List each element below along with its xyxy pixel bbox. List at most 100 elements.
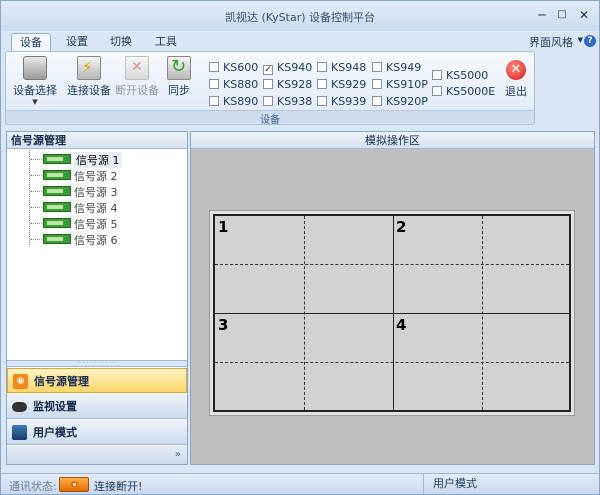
- skin-menu[interactable]: 界面风格: [529, 34, 573, 50]
- nav-user-mode[interactable]: 用户模式: [7, 420, 187, 445]
- nav-label: 信号源管理: [34, 375, 89, 388]
- disconnect-icon: [125, 56, 149, 80]
- exit-button[interactable]: ✕ 退出: [498, 60, 534, 99]
- connection-status-text: 连接断开!: [94, 480, 143, 493]
- user-mode-icon: [12, 425, 27, 440]
- sync-icon: [167, 56, 191, 80]
- checkbox-icon[interactable]: [317, 62, 327, 72]
- model-checkbox-ks929[interactable]: KS929: [317, 78, 366, 91]
- checkbox-icon[interactable]: [432, 86, 442, 96]
- exit-icon: ✕: [506, 60, 526, 80]
- tab-tools[interactable]: 工具: [146, 33, 186, 51]
- signal-source-panel: 信号源管理 信号源 1 信号源 2 信号源 3 信号源 4 信号源 5 信号源 …: [6, 131, 188, 465]
- title-bar: 凯视达 (KyStar) 设备控制平台 ─ □ ✕: [1, 1, 599, 31]
- tree-item-source-5[interactable]: 信号源 5: [30, 215, 180, 231]
- status-bar: 通讯状态: 连接断开! 用户模式: [1, 473, 599, 494]
- nav-label: 监视设置: [33, 400, 77, 413]
- tree-item-source-1[interactable]: 信号源 1: [30, 151, 180, 168]
- window-title: 凯视达 (KyStar) 设备控制平台: [224, 11, 376, 24]
- signal-card-icon: [43, 170, 71, 180]
- disk-drive-icon: [23, 56, 47, 80]
- close-button[interactable]: ✕: [575, 7, 593, 23]
- model-checkbox-ks910p[interactable]: KS910P: [372, 78, 428, 91]
- signal-card-icon: [43, 218, 71, 228]
- model-checkbox-ks890[interactable]: KS890: [209, 95, 258, 108]
- checkbox-icon[interactable]: [372, 79, 382, 89]
- model-label: KS940: [277, 61, 313, 74]
- chevron-down-icon[interactable]: ▼: [8, 99, 62, 106]
- tab-switch[interactable]: 切换: [101, 33, 141, 51]
- zone-label-4: 4: [396, 316, 407, 334]
- status-label: 通讯状态:: [9, 480, 57, 493]
- signal-source-tree: 信号源 1 信号源 2 信号源 3 信号源 4 信号源 5 信号源 6: [7, 150, 187, 360]
- checkbox-icon[interactable]: [372, 96, 382, 106]
- model-checkbox-ks939[interactable]: KS939: [317, 95, 366, 108]
- model-checkbox-ks928[interactable]: KS928: [263, 78, 312, 91]
- tree-item-label: 信号源 5: [74, 218, 118, 231]
- model-checkbox-ks880[interactable]: KS880: [209, 78, 258, 91]
- tree-item-source-3[interactable]: 信号源 3: [30, 183, 180, 199]
- nav-signal-source[interactable]: ◉ 信号源管理: [7, 368, 187, 393]
- tab-device[interactable]: 设备: [11, 33, 51, 51]
- checkbox-icon[interactable]: [209, 79, 219, 89]
- model-checkbox-ks600[interactable]: KS600: [209, 61, 258, 74]
- connect-icon: [77, 56, 101, 80]
- select-device-label: 设备选择: [13, 84, 57, 97]
- checkbox-icon[interactable]: [372, 62, 382, 72]
- model-label: KS880: [223, 78, 259, 91]
- checkbox-icon[interactable]: [209, 96, 219, 106]
- model-checkbox-ks938[interactable]: KS938: [263, 95, 312, 108]
- simulation-panel-title: 模拟操作区: [191, 132, 594, 149]
- model-label: KS939: [331, 95, 367, 108]
- simulation-panel: 模拟操作区 1 2 3 4: [190, 131, 595, 465]
- minimize-button[interactable]: ─: [533, 7, 551, 23]
- model-label: KS938: [277, 95, 313, 108]
- tree-item-label: 信号源 3: [74, 186, 118, 199]
- connect-device-button[interactable]: 连接设备: [62, 56, 116, 98]
- model-checkbox-ks5000e[interactable]: KS5000E: [432, 85, 495, 98]
- signal-card-icon: [43, 154, 71, 164]
- model-label: KS920P: [386, 95, 428, 108]
- tree-item-source-4[interactable]: 信号源 4: [30, 199, 180, 215]
- model-label: KS910P: [386, 78, 428, 91]
- tree-item-source-6[interactable]: 信号源 6: [30, 231, 180, 247]
- checkbox-checked-icon[interactable]: ✓: [263, 65, 273, 75]
- app-window: 凯视达 (KyStar) 设备控制平台 ─ □ ✕ 设备 设置 切换 工具 界面…: [0, 0, 600, 495]
- checkbox-icon[interactable]: [209, 62, 219, 72]
- model-label: KS5000E: [446, 85, 496, 98]
- chevron-down-icon[interactable]: ▼: [578, 36, 583, 44]
- camera-icon: [12, 402, 27, 412]
- select-device-button[interactable]: 设备选择 ▼: [8, 56, 62, 106]
- checkbox-icon[interactable]: [317, 79, 327, 89]
- nav-label: 用户模式: [33, 426, 77, 439]
- tree-item-label: 信号源 2: [74, 170, 118, 183]
- connection-indicator-icon: [59, 477, 89, 492]
- tree-item-label: 信号源 6: [74, 234, 118, 247]
- checkbox-icon[interactable]: [432, 70, 442, 80]
- tree-item-label: 信号源 1: [74, 152, 122, 168]
- video-wall-grid[interactable]: 1 2 3 4: [213, 214, 571, 412]
- help-icon[interactable]: ?: [584, 35, 596, 47]
- connect-device-label: 连接设备: [67, 84, 111, 97]
- model-label: KS929: [331, 78, 367, 91]
- nav-more-button[interactable]: »: [7, 446, 187, 464]
- exit-label: 退出: [505, 85, 527, 98]
- checkbox-icon[interactable]: [263, 79, 273, 89]
- ribbon-panel: 设备选择 ▼ 连接设备 断开设备 同步 KS600 ✓KS940 KS948 K…: [5, 51, 535, 126]
- model-label: KS949: [386, 61, 422, 74]
- model-checkbox-ks949[interactable]: KS949: [372, 61, 421, 74]
- model-checkbox-ks5000[interactable]: KS5000: [432, 69, 488, 82]
- tab-settings[interactable]: 设置: [57, 33, 97, 51]
- checkbox-icon[interactable]: [317, 96, 327, 106]
- checkbox-icon[interactable]: [263, 96, 273, 106]
- sync-button[interactable]: 同步: [152, 56, 206, 98]
- model-checkbox-ks920p[interactable]: KS920P: [372, 95, 428, 108]
- panel-splitter[interactable]: · · · · · · · · · ·: [7, 360, 187, 367]
- zone-label-1: 1: [218, 218, 229, 236]
- model-checkbox-ks948[interactable]: KS948: [317, 61, 366, 74]
- nav-monitor-settings[interactable]: 监视设置: [7, 394, 187, 419]
- maximize-button[interactable]: □: [553, 7, 571, 23]
- tree-item-source-2[interactable]: 信号源 2: [30, 167, 180, 183]
- video-wall-frame: 1 2 3 4: [209, 210, 575, 416]
- model-checkbox-ks940[interactable]: ✓ KS940: [263, 61, 312, 75]
